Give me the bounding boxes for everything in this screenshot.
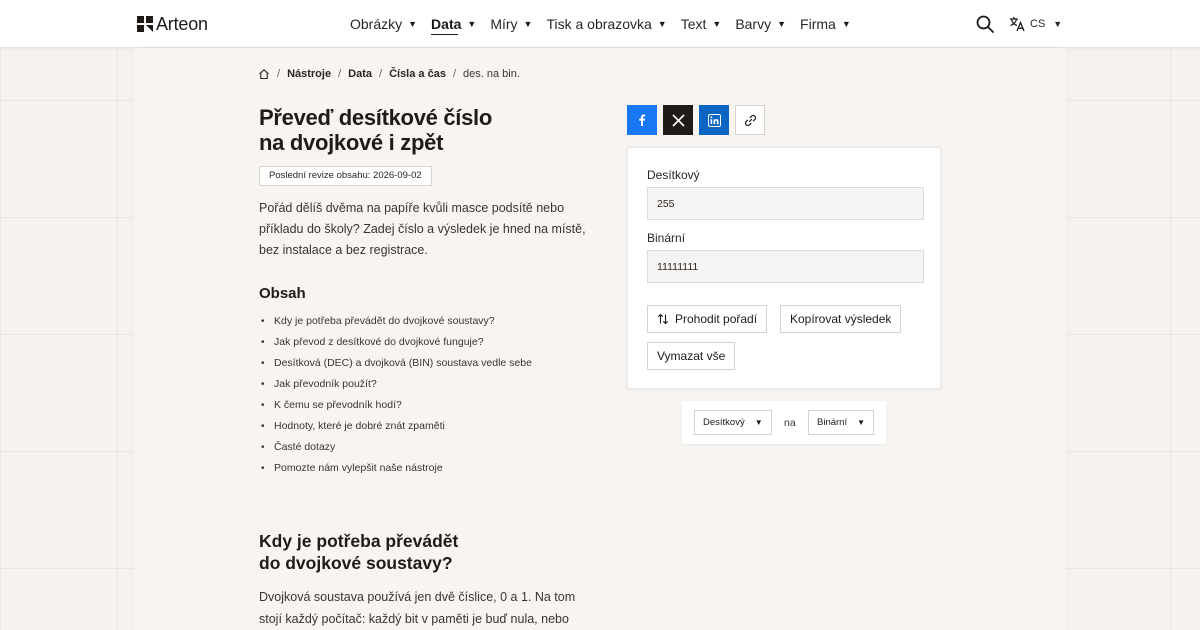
caret-down-icon: ▼ — [657, 19, 667, 29]
nav-item-text[interactable]: Text ▼ — [681, 0, 722, 48]
logo-mark-icon — [137, 16, 153, 32]
copy-result-button[interactable]: Kopírovat výsledek — [780, 305, 902, 333]
table-of-contents: Kdy je potřeba převádět do dvojkové sous… — [259, 311, 532, 479]
toc-item[interactable]: Hodnoty, které je dobré znát zpaměti — [259, 416, 532, 437]
caret-down-icon: ▼ — [754, 418, 763, 427]
x-icon — [671, 113, 685, 127]
caret-down-icon: ▼ — [408, 19, 418, 29]
nav-item-data[interactable]: Data ▼ — [431, 0, 476, 48]
breadcrumb-separator: / — [338, 68, 342, 80]
caret-down-icon: ▼ — [523, 19, 533, 29]
decimal-input[interactable] — [647, 187, 924, 220]
nav-label: Text — [680, 16, 707, 32]
language-code: CS — [1030, 18, 1046, 30]
breadcrumb: / Nástroje / Data / Čísla a čas / des. n… — [258, 68, 520, 80]
facebook-icon — [639, 114, 646, 126]
conversion-direction: Desítkový ▼ na Binární ▼ — [682, 401, 886, 444]
copy-link-button[interactable] — [735, 105, 765, 135]
revision-badge: Poslední revize obsahu: 2026-09-02 — [259, 166, 432, 186]
page-title-line: Převeď desítkové číslo — [259, 105, 493, 130]
facebook-share-button[interactable] — [627, 105, 657, 135]
caret-down-icon: ▼ — [1053, 19, 1063, 29]
toc-title: Obsah — [259, 285, 306, 302]
nav-label: Firma — [800, 16, 836, 32]
converter-card: Desítkový Binární Prohodit pořadí Kopíro… — [627, 147, 941, 389]
caret-down-icon: ▼ — [712, 19, 722, 29]
page-title: Převeď desítkové číslo na dvojkové i zpě… — [259, 105, 559, 155]
swap-arrows-icon — [657, 313, 669, 325]
translate-icon — [1010, 17, 1025, 32]
nav-label: Obrázky — [350, 16, 403, 32]
linkedin-share-button[interactable] — [699, 105, 729, 135]
share-buttons — [627, 105, 771, 135]
nav-item-barvy[interactable]: Barvy ▼ — [735, 0, 786, 48]
caret-down-icon: ▼ — [467, 19, 477, 29]
binary-input[interactable] — [647, 250, 924, 283]
link-icon — [744, 114, 756, 126]
from-select[interactable]: Desítkový ▼ — [694, 410, 772, 435]
direction-connector: na — [784, 417, 796, 429]
nav-item-obrazky[interactable]: Obrázky ▼ — [350, 0, 417, 48]
swap-button-label: Prohodit pořadí — [675, 312, 758, 326]
clear-all-button[interactable]: Vymazat vše — [647, 342, 736, 370]
breadcrumb-item[interactable]: Data — [348, 68, 372, 80]
home-icon[interactable] — [258, 68, 270, 80]
nav-label: Data — [431, 16, 462, 32]
breadcrumb-separator: / — [277, 68, 281, 80]
section-title-line: Kdy je potřeba převádět — [259, 531, 459, 551]
swap-button[interactable]: Prohodit pořadí — [647, 305, 768, 333]
to-select-value: Binární — [817, 417, 848, 428]
breadcrumb-current: des. na bin. — [463, 68, 520, 80]
nav-item-miry[interactable]: Míry ▼ — [490, 0, 532, 48]
toc-item[interactable]: K čemu se převodník hodí? — [259, 395, 532, 416]
caret-down-icon: ▼ — [841, 19, 851, 29]
nav-label: Míry — [490, 16, 518, 32]
page-title-line: na dvojkové i zpět — [259, 130, 444, 155]
language-switcher[interactable]: CS ▼ — [1009, 14, 1062, 34]
logo-text: Arteon — [156, 13, 208, 34]
site-header: Arteon Obrázky ▼ Data ▼ Míry ▼ Tisk a ob… — [0, 0, 1200, 48]
main-nav: Obrázky ▼ Data ▼ Míry ▼ Tisk a obrazovka… — [350, 0, 865, 48]
to-select[interactable]: Binární ▼ — [808, 410, 875, 435]
clear-all-label: Vymazat vše — [657, 349, 726, 363]
from-select-value: Desítkový — [703, 417, 745, 428]
section-title: Kdy je potřeba převádět do dvojkové sous… — [259, 530, 559, 574]
x-share-button[interactable] — [663, 105, 693, 135]
nav-label: Tisk a obrazovka — [546, 16, 652, 32]
copy-result-label: Kopírovat výsledek — [790, 312, 892, 326]
nav-item-firma[interactable]: Firma ▼ — [800, 0, 851, 48]
section-text: Dvojková soustava používá jen dvě číslic… — [259, 590, 576, 626]
nav-item-tisk[interactable]: Tisk a obrazovka ▼ — [546, 0, 666, 48]
caret-down-icon: ▼ — [857, 418, 866, 427]
linkedin-icon — [707, 113, 721, 127]
decimal-label: Desítkový — [647, 168, 700, 182]
toc-item[interactable]: Jak převodník použít? — [259, 374, 532, 395]
caret-down-icon: ▼ — [777, 19, 787, 29]
nav-label: Barvy — [735, 16, 772, 32]
breadcrumb-separator: / — [452, 68, 456, 80]
section-title-line: do dvojkové soustavy? — [259, 553, 453, 573]
toc-item[interactable]: Pomozte nám vylepšit naše nástroje — [259, 458, 532, 479]
toc-item[interactable]: Kdy je potřeba převádět do dvojkové sous… — [259, 311, 532, 332]
breadcrumb-separator: / — [379, 68, 383, 80]
breadcrumb-item[interactable]: Nástroje — [287, 68, 331, 80]
intro-text: Pořád dělíš dvěma na papíře kvůli masce … — [259, 201, 586, 257]
logo[interactable]: Arteon — [137, 13, 208, 35]
toc-item[interactable]: Jak převod z desítkové do dvojkové fungu… — [259, 332, 532, 353]
toc-item[interactable]: Desítková (DEC) a dvojková (BIN) soustav… — [259, 353, 532, 374]
binary-label: Binární — [647, 231, 686, 245]
search-icon[interactable] — [975, 14, 995, 34]
toc-item[interactable]: Časté dotazy — [259, 437, 532, 458]
breadcrumb-item[interactable]: Čísla a čas — [389, 68, 446, 80]
